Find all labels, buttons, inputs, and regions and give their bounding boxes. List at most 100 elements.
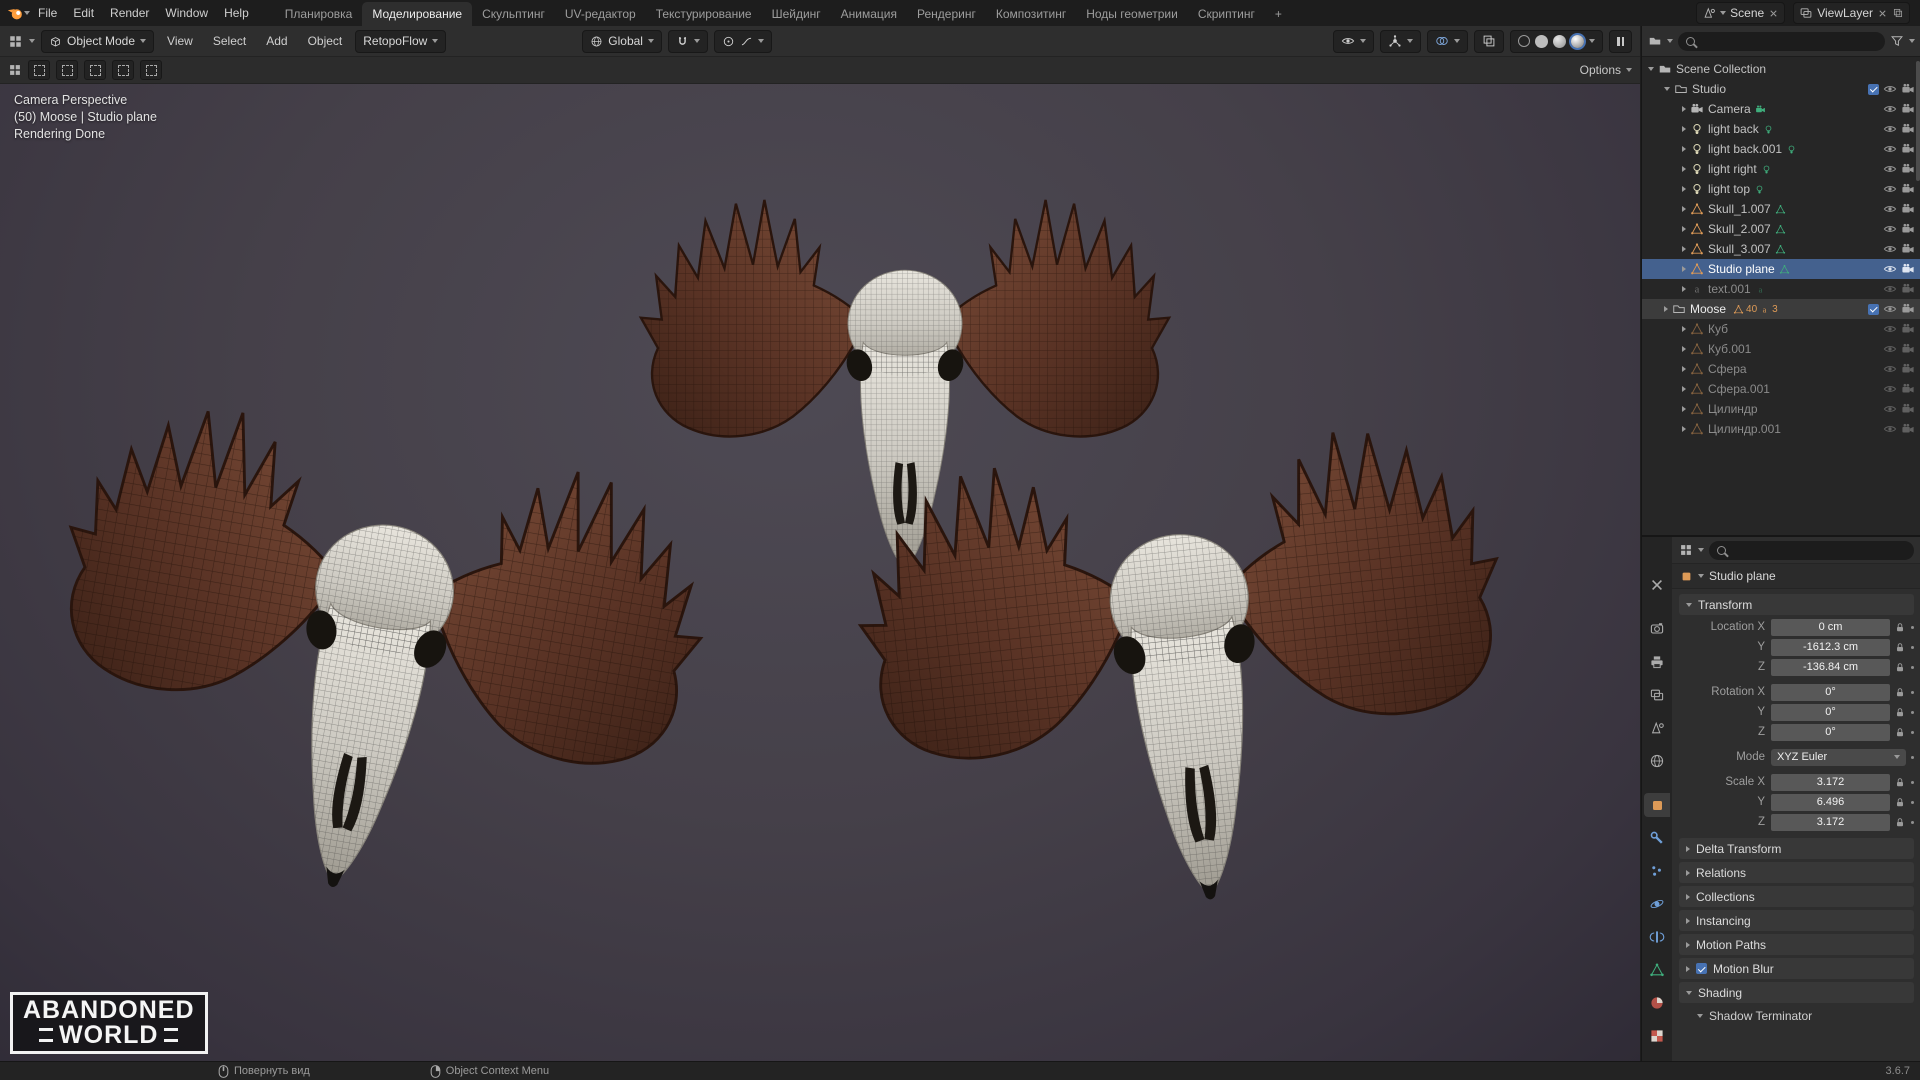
hide-viewport-toggle[interactable] — [1883, 202, 1897, 216]
new-view-layer-icon[interactable] — [1892, 7, 1904, 19]
tool-settings-icon[interactable] — [8, 63, 22, 77]
mode-selector[interactable]: Object Mode — [41, 29, 155, 53]
texture-tab[interactable] — [1644, 1024, 1670, 1048]
pause-render-button[interactable] — [1609, 29, 1632, 53]
menu-window[interactable]: Window — [157, 3, 216, 23]
editor-type-chevron-icon[interactable] — [29, 39, 35, 43]
gizmos-toggle[interactable] — [1380, 29, 1421, 53]
modifiers-tab[interactable] — [1644, 826, 1670, 850]
expand-icon[interactable] — [1682, 386, 1686, 392]
tab-texturing[interactable]: Текстурирование — [646, 2, 762, 26]
disable-render-toggle[interactable] — [1901, 322, 1915, 336]
select-mode-new-button[interactable] — [28, 60, 50, 80]
expand-icon[interactable] — [1682, 426, 1686, 432]
viewport-canvas[interactable]: Camera Perspective (50) Moose | Studio p… — [0, 84, 1640, 1064]
expand-icon[interactable] — [1682, 166, 1686, 172]
scale-z-field[interactable]: 3.172 — [1771, 813, 1890, 831]
animate-dot[interactable] — [1911, 690, 1914, 694]
hide-viewport-toggle[interactable] — [1883, 102, 1897, 116]
location-z-field[interactable]: -136.84 cm — [1771, 658, 1890, 676]
animate-dot[interactable] — [1911, 755, 1914, 759]
properties-editor-chevron-icon[interactable] — [1698, 548, 1704, 552]
properties-search-input[interactable] — [1731, 543, 1906, 557]
expand-icon[interactable] — [1682, 126, 1686, 132]
view-layer-unlink-icon[interactable] — [1877, 8, 1888, 19]
lock-icon[interactable] — [1894, 641, 1906, 653]
animate-dot[interactable] — [1911, 820, 1914, 824]
expand-icon[interactable] — [1682, 286, 1686, 292]
outliner-row-kub[interactable]: Куб — [1642, 319, 1920, 339]
disable-render-toggle[interactable] — [1901, 102, 1915, 116]
outliner-row-light-right[interactable]: light right — [1642, 159, 1920, 179]
disable-render-toggle[interactable] — [1901, 302, 1915, 316]
outliner-row-cylinder[interactable]: Цилиндр — [1642, 399, 1920, 419]
tab-sculpting[interactable]: Скульптинг — [472, 2, 555, 26]
disable-render-toggle[interactable] — [1901, 222, 1915, 236]
outliner-editor-chevron-icon[interactable] — [1667, 39, 1673, 43]
menu-view[interactable]: View — [160, 34, 200, 48]
object-data-tab[interactable] — [1644, 958, 1670, 982]
expand-icon[interactable] — [1682, 146, 1686, 152]
menu-help[interactable]: Help — [216, 3, 257, 23]
expand-icon[interactable] — [1682, 346, 1686, 352]
outliner-row-light-back[interactable]: light back — [1642, 119, 1920, 139]
hide-viewport-toggle[interactable] — [1883, 122, 1897, 136]
rotation-x-field[interactable]: 0° — [1771, 683, 1890, 701]
xray-toggle[interactable] — [1474, 29, 1504, 53]
snapping-toggle[interactable] — [667, 29, 708, 53]
world-tab[interactable] — [1644, 749, 1670, 773]
scale-x-field[interactable]: 3.172 — [1771, 773, 1890, 791]
out liner-row-skull-2[interactable]: Skull_2.007 — [1642, 219, 1920, 239]
lock-icon[interactable] — [1894, 776, 1906, 788]
tab-shading[interactable]: Шейдинг — [762, 2, 831, 26]
menu-edit[interactable]: Edit — [65, 3, 102, 23]
disable-render-toggle[interactable] — [1901, 202, 1915, 216]
expand-icon[interactable] — [1682, 226, 1686, 232]
select-mode-extend-button[interactable] — [56, 60, 78, 80]
retopoflow-menu[interactable]: RetopoFlow — [355, 29, 447, 53]
outliner-row-sfera-001[interactable]: Сфера.001 — [1642, 379, 1920, 399]
hide-viewport-toggle[interactable] — [1883, 342, 1897, 356]
outliner-row-light-back-001[interactable]: light back.001 — [1642, 139, 1920, 159]
menu-object[interactable]: Object — [301, 34, 350, 48]
lock-icon[interactable] — [1894, 621, 1906, 633]
expand-icon[interactable] — [1682, 206, 1686, 212]
outliner-scrollbar[interactable] — [1916, 61, 1920, 181]
options-dropdown[interactable]: Options — [1580, 63, 1632, 77]
disable-render-toggle[interactable] — [1901, 262, 1915, 276]
add-workspace-button[interactable]: + — [1265, 2, 1292, 26]
hide-viewport-toggle[interactable] — [1883, 242, 1897, 256]
particles-tab[interactable] — [1644, 859, 1670, 883]
motion-blur-checkbox[interactable] — [1696, 963, 1707, 974]
motion-paths-panel[interactable]: Motion Paths — [1679, 934, 1914, 955]
outliner-row-kub-001[interactable]: Куб.001 — [1642, 339, 1920, 359]
tab-uv-editor[interactable]: UV-редактор — [555, 2, 646, 26]
motion-blur-panel[interactable]: Motion Blur — [1679, 958, 1914, 979]
expand-icon[interactable] — [1682, 266, 1686, 272]
rendered-shading-button[interactable] — [1571, 34, 1584, 48]
lock-icon[interactable] — [1894, 686, 1906, 698]
blender-logo-icon[interactable] — [6, 4, 24, 22]
lock-icon[interactable] — [1894, 796, 1906, 808]
tab-animation[interactable]: Анимация — [831, 2, 907, 26]
disable-render-toggle[interactable] — [1901, 142, 1915, 156]
hide-viewport-toggle[interactable] — [1883, 402, 1897, 416]
animate-dot[interactable] — [1911, 780, 1914, 784]
menu-add[interactable]: Add — [259, 34, 294, 48]
lock-icon[interactable] — [1894, 706, 1906, 718]
tool-tab[interactable] — [1644, 573, 1670, 597]
hide-viewport-toggle[interactable] — [1883, 82, 1897, 96]
outliner-row-studio-plane[interactable]: Studio plane — [1642, 259, 1920, 279]
view-layer-selector[interactable]: ViewLayer — [1793, 2, 1910, 24]
animate-dot[interactable] — [1911, 710, 1914, 714]
constraints-tab[interactable] — [1644, 925, 1670, 949]
tab-rendering[interactable]: Рендеринг — [907, 2, 986, 26]
disable-render-toggle[interactable] — [1901, 162, 1915, 176]
disable-render-toggle[interactable] — [1901, 402, 1915, 416]
menu-select[interactable]: Select — [206, 34, 253, 48]
menu-render[interactable]: Render — [102, 3, 157, 23]
expand-icon[interactable] — [1682, 326, 1686, 332]
animate-dot[interactable] — [1911, 800, 1914, 804]
instancing-panel[interactable]: Instancing — [1679, 910, 1914, 931]
hide-viewport-toggle[interactable] — [1883, 262, 1897, 276]
